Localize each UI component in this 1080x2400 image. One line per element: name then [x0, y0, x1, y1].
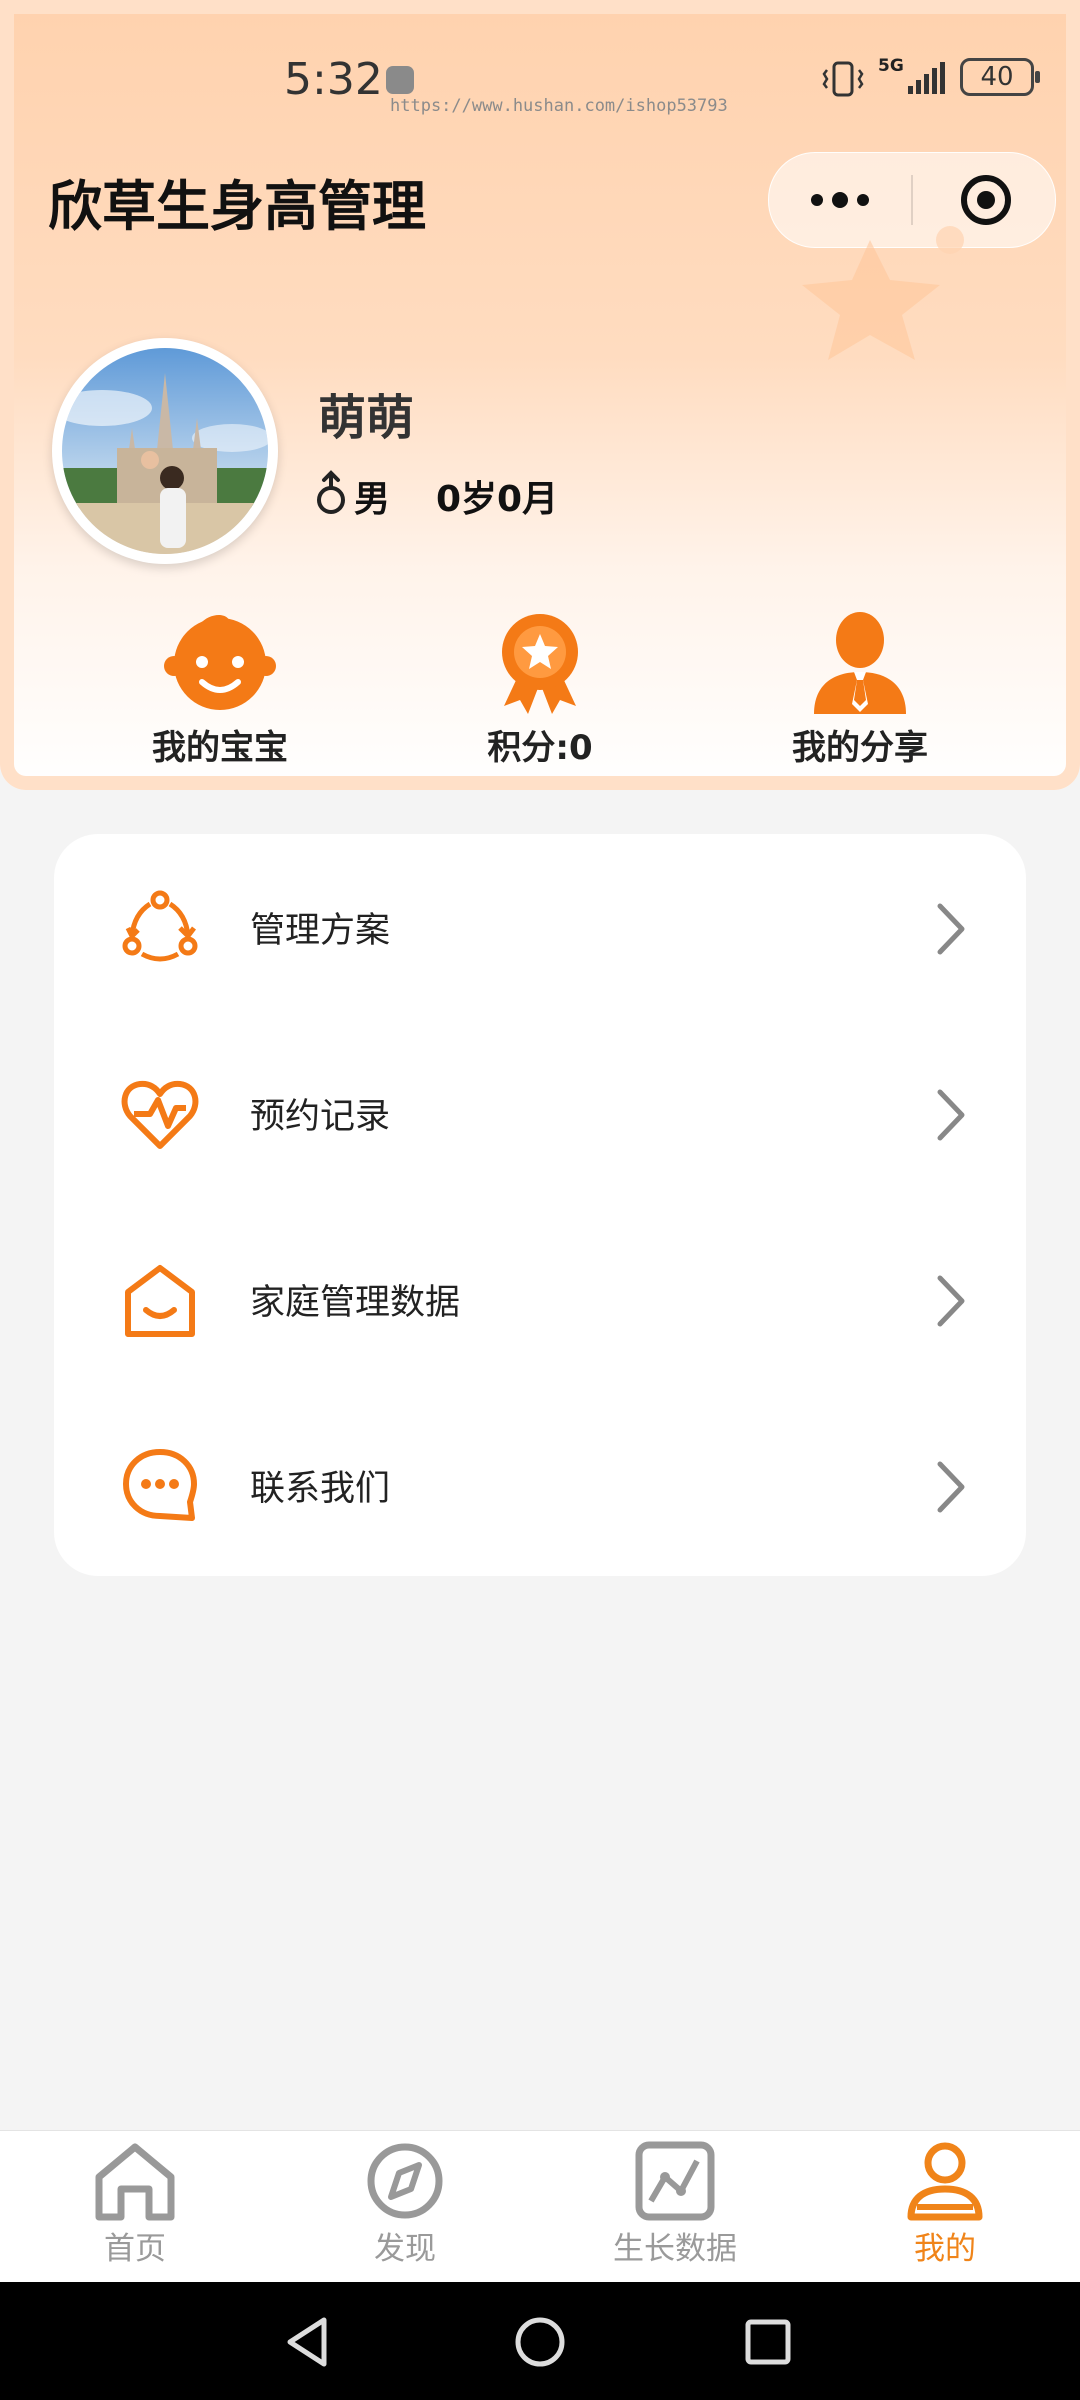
battery-indicator: 40 [960, 58, 1040, 96]
signal-icon [908, 62, 945, 94]
shortcut-label: 我的分享 [792, 728, 928, 768]
watermark-url: https://www.hushan.com/ishop53793 [390, 96, 728, 116]
menu-item-label: 预约记录 [250, 1097, 391, 1137]
tab-label: 首页 [104, 2231, 166, 2267]
bottom-tab-bar: 首页 发现 生长数据 我的 [0, 2130, 1080, 2283]
chevron-right-icon [937, 1089, 965, 1141]
star-decoration-icon [802, 226, 964, 360]
shortcut-label: 积分:0 [487, 728, 593, 768]
tab-home[interactable]: 首页 [35, 2141, 235, 2281]
capsule-divider [911, 175, 913, 225]
tab-growth-data[interactable]: 生长数据 [575, 2141, 775, 2281]
menu-item-management-plan[interactable]: 管理方案 [54, 834, 1026, 1020]
status-bar: 5:32 https://www.hushan.com/ishop53793 5… [0, 40, 1080, 120]
menu-item-label: 管理方案 [250, 911, 391, 951]
menu-item-contact-us[interactable]: 联系我们 [54, 1392, 1026, 1578]
tab-label: 发现 [374, 2231, 436, 2267]
menu-item-family-data[interactable]: 家庭管理数据 [54, 1206, 1026, 1392]
menu-item-label: 家庭管理数据 [250, 1283, 461, 1323]
close-target-icon[interactable] [959, 173, 1013, 227]
home-circle-icon[interactable] [510, 2312, 570, 2372]
menu-item-appointment-records[interactable]: 预约记录 [54, 1020, 1026, 1206]
cycle-arrows-icon [122, 890, 198, 962]
tab-mine[interactable]: 我的 [845, 2141, 1045, 2281]
chevron-right-icon [937, 1461, 965, 1513]
baby-face-icon [164, 615, 276, 710]
battery-level: 40 [980, 62, 1014, 92]
avatar-photo [62, 348, 268, 554]
avatar[interactable] [52, 338, 278, 564]
baby-gender: 男 [354, 479, 391, 520]
shortcut-points[interactable]: 积分:0 [420, 610, 660, 770]
back-icon[interactable] [278, 2312, 338, 2372]
network-type: 5G [878, 56, 904, 76]
male-gender-icon [317, 470, 345, 514]
tab-label: 我的 [914, 2231, 976, 2267]
system-navigation-bar [0, 2282, 1080, 2400]
more-icon[interactable] [809, 191, 871, 209]
baby-age: 0岁0月 [436, 479, 559, 520]
person-tie-icon [814, 612, 906, 714]
shortcut-label: 我的宝宝 [152, 728, 288, 768]
notification-icon [386, 66, 414, 94]
menu-item-label: 联系我们 [250, 1469, 391, 1509]
home-smile-icon [125, 1265, 195, 1337]
medal-star-icon [502, 614, 578, 714]
chevron-right-icon [937, 903, 965, 955]
heart-pulse-icon [121, 1080, 199, 1149]
castle-photo-icon [62, 348, 268, 554]
shortcut-my-share[interactable]: 我的分享 [740, 610, 980, 770]
compass-icon [367, 2143, 443, 2219]
chat-bubble-icon [123, 1449, 197, 1521]
tab-discover[interactable]: 发现 [305, 2141, 505, 2281]
home-icon [95, 2143, 175, 2221]
app-title: 欣草生身高管理 [48, 175, 426, 238]
shortcut-my-baby[interactable]: 我的宝宝 [100, 610, 340, 770]
chevron-right-icon [937, 1275, 965, 1327]
line-chart-icon [635, 2141, 715, 2221]
recent-apps-icon[interactable] [738, 2312, 798, 2372]
vibrate-icon [822, 61, 864, 97]
tab-label: 生长数据 [613, 2231, 737, 2267]
menu-card: 管理方案 预约记录 家庭管理数据 联系我们 [54, 834, 1026, 1576]
user-icon [907, 2142, 983, 2221]
status-time: 5:32 [284, 54, 383, 105]
baby-nickname: 萌萌 [318, 390, 415, 446]
